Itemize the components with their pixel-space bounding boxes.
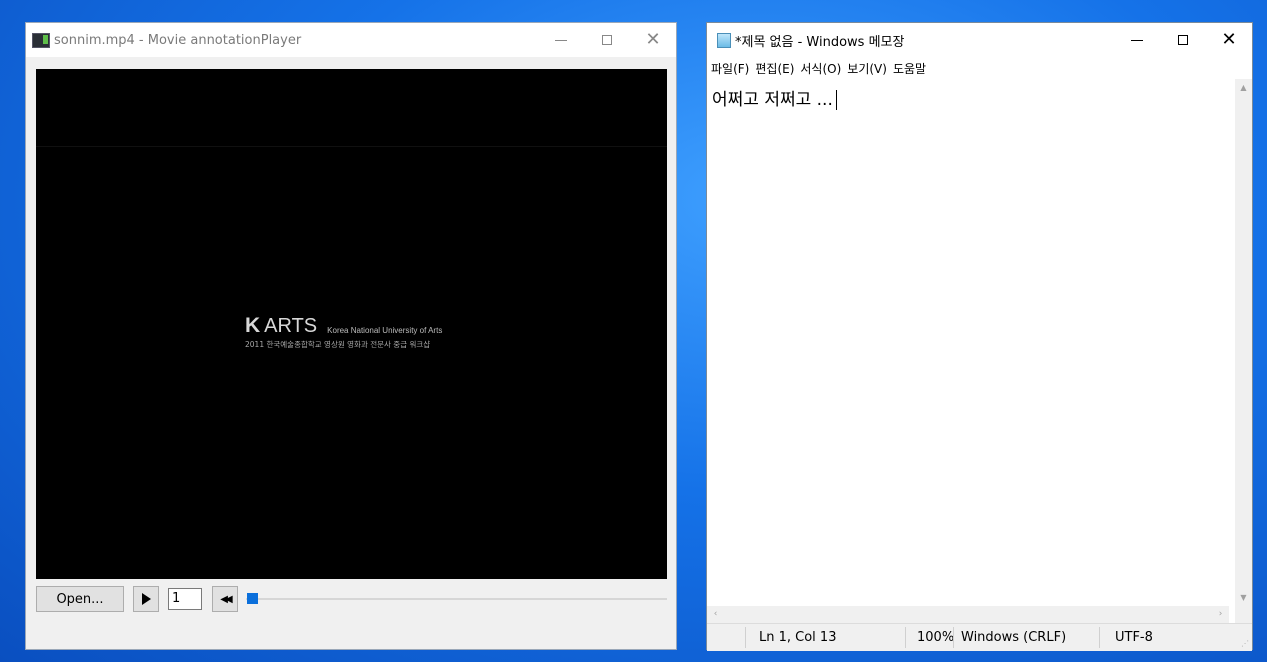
vertical-scrollbar[interactable]: ▲ ▼ xyxy=(1235,79,1252,606)
scroll-down-icon[interactable]: ▼ xyxy=(1235,589,1252,606)
player-app-icon xyxy=(32,32,50,48)
seek-slider-track[interactable] xyxy=(246,598,667,600)
resize-grip-icon[interactable]: ⋰ xyxy=(1241,640,1249,648)
menu-format[interactable]: 서식(O) xyxy=(797,60,844,77)
karts-subtitle: 2011 한국예술종합학교 영상원 영화과 전문사 중급 워크샵 xyxy=(245,340,431,349)
notepad-menubar: 파일(F) 편집(E) 서식(O) 보기(V) 도움말 xyxy=(707,57,929,79)
karts-university: Korea National University of Arts xyxy=(327,326,443,335)
close-icon: ✕ xyxy=(645,29,661,50)
rewind-button[interactable]: ◀◀ xyxy=(212,586,238,612)
notepad-statusbar: Ln 1, Col 13 100% Windows (CRLF) UTF-8 ⋰ xyxy=(707,623,1252,651)
status-separator xyxy=(745,627,746,648)
scroll-left-icon[interactable]: ‹ xyxy=(707,606,724,623)
notepad-maximize-button[interactable] xyxy=(1160,23,1206,57)
minimize-icon xyxy=(555,39,567,41)
video-frame-line xyxy=(36,146,667,147)
karts-logo-word: ARTS xyxy=(264,315,318,337)
player-window: sonnim.mp4 - Movie annotationPlayer ✕ KA… xyxy=(25,22,677,650)
karts-logo-mark: K xyxy=(245,314,261,337)
player-close-button[interactable]: ✕ xyxy=(630,23,676,57)
player-caption-buttons: ✕ xyxy=(538,23,676,57)
status-separator xyxy=(905,627,906,648)
rewind-icon: ◀◀ xyxy=(220,593,233,605)
scroll-right-icon[interactable]: › xyxy=(1212,606,1229,623)
status-position: Ln 1, Col 13 xyxy=(759,630,837,645)
notepad-window: *제목 없음 - Windows 메모장 ✕ 파일(F) 편집(E) 서식(O)… xyxy=(706,22,1253,651)
menu-file[interactable]: 파일(F) xyxy=(707,60,752,77)
notepad-app-icon xyxy=(717,32,731,48)
open-button[interactable]: Open... xyxy=(36,586,124,612)
status-encoding: UTF-8 xyxy=(1115,630,1153,645)
menu-help[interactable]: 도움말 xyxy=(890,60,929,77)
player-minimize-button[interactable] xyxy=(538,23,584,57)
seek-slider-thumb[interactable] xyxy=(247,593,258,604)
notepad-title: *제목 없음 - Windows 메모장 xyxy=(735,34,905,50)
notepad-caption-buttons: ✕ xyxy=(1114,23,1252,57)
player-controls: Open... 1 ◀◀ xyxy=(36,586,667,612)
close-icon: ✕ xyxy=(1221,29,1237,50)
menu-view[interactable]: 보기(V) xyxy=(844,60,890,77)
karts-logo-card: K ARTS Korea National University of Arts … xyxy=(245,314,442,350)
scroll-up-icon[interactable]: ▲ xyxy=(1235,79,1252,96)
menu-edit[interactable]: 편집(E) xyxy=(752,60,797,77)
maximize-icon xyxy=(1178,35,1188,45)
player-title: sonnim.mp4 - Movie annotationPlayer xyxy=(54,32,302,48)
notepad-text-area[interactable]: 어쩌고 저쩌고 ... xyxy=(707,79,1229,606)
player-titlebar[interactable]: sonnim.mp4 - Movie annotationPlayer ✕ xyxy=(26,23,676,57)
status-line-ending: Windows (CRLF) xyxy=(961,630,1067,645)
status-zoom: 100% xyxy=(917,630,955,645)
minimize-icon xyxy=(1131,39,1143,41)
notepad-titlebar[interactable]: *제목 없음 - Windows 메모장 ✕ xyxy=(707,23,1252,57)
play-button[interactable] xyxy=(133,586,159,612)
status-separator xyxy=(1099,627,1100,648)
maximize-icon xyxy=(602,35,612,45)
notepad-minimize-button[interactable] xyxy=(1114,23,1160,57)
play-icon xyxy=(141,593,151,605)
player-maximize-button[interactable] xyxy=(584,23,630,57)
frame-step-input[interactable]: 1 xyxy=(168,588,202,610)
notepad-text-content: 어쩌고 저쩌고 ... xyxy=(712,90,833,110)
scrollbar-corner xyxy=(1235,606,1252,623)
status-separator xyxy=(953,627,954,648)
horizontal-scrollbar[interactable]: ‹ › xyxy=(707,606,1229,623)
notepad-close-button[interactable]: ✕ xyxy=(1206,23,1252,57)
text-caret xyxy=(835,90,837,110)
video-display[interactable]: K ARTS Korea National University of Arts … xyxy=(36,69,667,579)
